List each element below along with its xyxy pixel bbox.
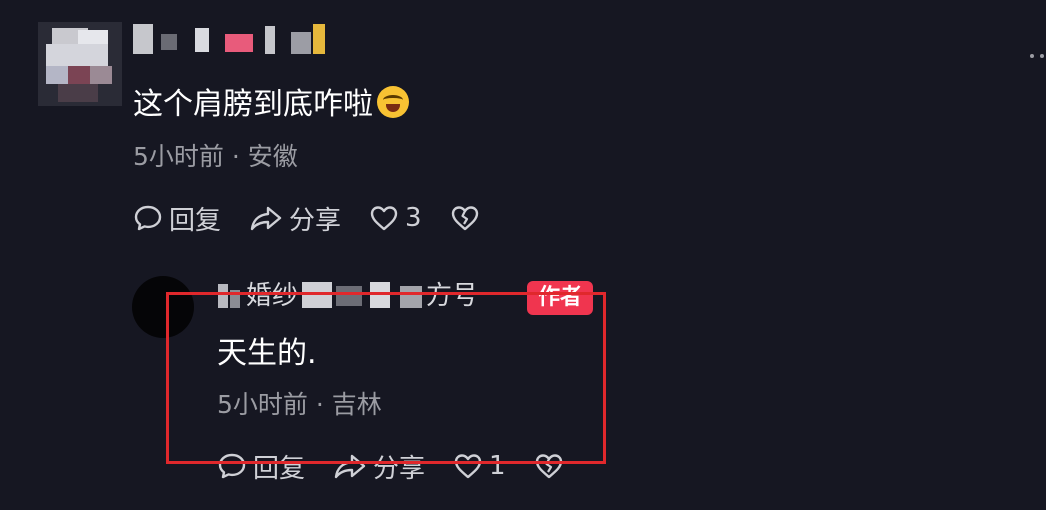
- comment-bubble-icon: [134, 205, 162, 231]
- comment-meta: 5小时前 · 安徽: [133, 142, 298, 171]
- share-arrow-icon: [250, 206, 282, 231]
- comment-actions: 回复 分享 3: [133, 198, 514, 238]
- reply-button[interactable]: 回复: [133, 200, 221, 237]
- like-button[interactable]: 3: [369, 203, 422, 233]
- dislike-button[interactable]: [450, 203, 486, 233]
- comment-body: 这个肩膀到底咋啦: [133, 87, 373, 122]
- commenter-username-blurred[interactable]: [133, 22, 348, 62]
- like-count: 3: [405, 203, 422, 233]
- share-button[interactable]: 分享: [249, 200, 341, 237]
- share-label: 分享: [289, 205, 342, 236]
- red-highlight-box: [166, 292, 606, 464]
- heart-icon: [370, 206, 398, 231]
- reply-label: 回复: [169, 205, 222, 236]
- broken-heart-icon: [451, 206, 478, 231]
- comment-text: 这个肩膀到底咋啦: [133, 84, 409, 126]
- more-options-icon[interactable]: [1028, 52, 1046, 62]
- laughing-crying-emoji-icon: [377, 86, 409, 118]
- commenter-avatar[interactable]: [38, 22, 122, 106]
